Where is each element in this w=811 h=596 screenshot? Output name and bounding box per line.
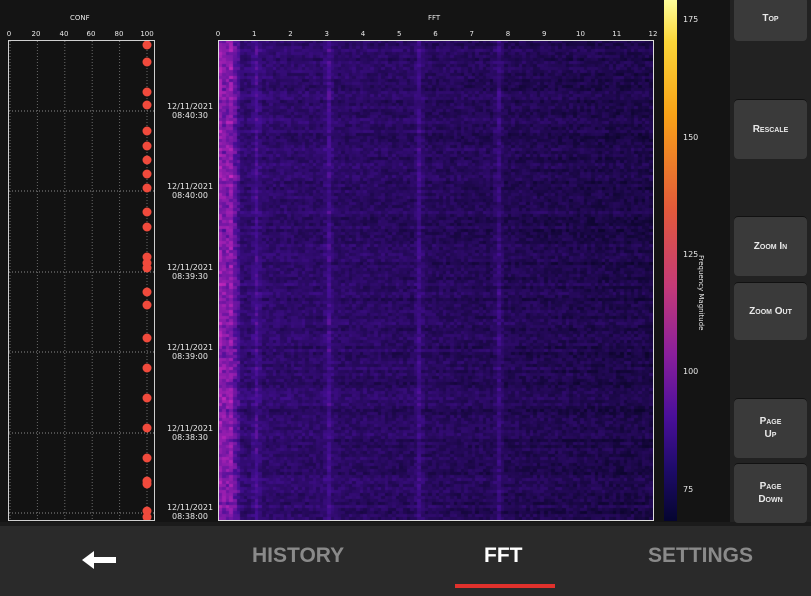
tab-fft[interactable]: FFT xyxy=(484,544,522,568)
back-arrow-icon[interactable] xyxy=(80,548,118,572)
fft-x-tick: 4 xyxy=(360,30,366,38)
conf-point xyxy=(142,183,152,193)
fft-heatmap-canvas xyxy=(219,41,653,520)
colorbar-tick: 75 xyxy=(683,485,694,494)
conf-x-tick: 60 xyxy=(86,30,96,38)
fft-chart-title: FFT xyxy=(428,14,441,22)
rescale-button[interactable]: Rescale xyxy=(734,99,807,159)
conf-point xyxy=(142,87,152,97)
colorbar-tick: 175 xyxy=(683,15,699,24)
conf-chart[interactable] xyxy=(8,40,155,522)
conf-x-tick: 100 xyxy=(140,30,154,38)
conf-point xyxy=(142,423,152,433)
fft-x-tick: 1 xyxy=(252,30,257,38)
top-button[interactable]: Top xyxy=(734,0,807,41)
conf-point xyxy=(142,263,152,273)
page-up-button[interactable]: Page Up xyxy=(734,398,807,458)
zoom-in-button[interactable]: Zoom In xyxy=(734,216,807,276)
fft-x-tick: 9 xyxy=(542,30,547,38)
conf-point xyxy=(142,222,152,232)
conf-point xyxy=(142,207,152,217)
button-column: Top Rescale Zoom In Zoom Out Page Up Pag… xyxy=(730,0,811,523)
conf-point xyxy=(142,141,152,151)
fft-x-tick: 10 xyxy=(576,30,585,38)
conf-chart-title: CONF xyxy=(70,14,90,22)
conf-point xyxy=(142,169,152,179)
colorbar-label: Frequency Magnitude xyxy=(697,255,705,331)
time-label: 12/11/2021 08:40:00 xyxy=(166,182,214,200)
fft-x-tick: 7 xyxy=(469,30,474,38)
conf-point xyxy=(142,393,152,403)
page-down-button[interactable]: Page Down xyxy=(734,463,807,523)
zoom-out-button[interactable]: Zoom Out xyxy=(734,282,807,340)
conf-x-tick: 20 xyxy=(31,30,41,38)
fft-x-tick: 12 xyxy=(648,30,658,38)
conf-point xyxy=(142,479,152,489)
conf-point xyxy=(142,363,152,373)
fft-x-tick: 2 xyxy=(288,30,293,38)
conf-point xyxy=(142,333,152,343)
conf-point xyxy=(142,453,152,463)
colorbar xyxy=(664,0,677,521)
conf-point xyxy=(142,57,152,67)
time-label: 12/11/2021 08:38:00 xyxy=(166,503,214,521)
colorbar-tick: 125 xyxy=(683,250,699,259)
colorbar-tick: 100 xyxy=(683,367,699,376)
time-label: 12/11/2021 08:40:30 xyxy=(166,102,214,120)
fft-x-tick: 0 xyxy=(215,30,221,38)
conf-point xyxy=(142,287,152,297)
plot-area: CONF 0 20 40 60 80 100 12/11/2021 08:40:3… xyxy=(0,0,730,522)
fft-x-tick: 3 xyxy=(324,30,329,38)
conf-x-tick: 80 xyxy=(114,30,124,38)
conf-point xyxy=(142,100,152,110)
bottom-nav: HISTORY FFT SETTINGS xyxy=(0,526,811,596)
fft-x-tick: 8 xyxy=(505,30,511,38)
time-label: 12/11/2021 08:39:00 xyxy=(166,343,214,361)
conf-x-tick: 40 xyxy=(59,30,69,38)
colorbar-tick: 150 xyxy=(683,133,699,142)
conf-x-tick: 0 xyxy=(6,30,12,38)
conf-point xyxy=(142,155,152,165)
tab-settings[interactable]: SETTINGS xyxy=(648,544,753,568)
fft-heatmap[interactable] xyxy=(218,40,654,521)
conf-chart-svg xyxy=(9,40,154,522)
fft-x-tick: 11 xyxy=(612,30,622,38)
time-label: 12/11/2021 08:38:30 xyxy=(166,424,214,442)
fft-x-tick: 6 xyxy=(433,30,438,38)
time-label: 12/11/2021 08:39:30 xyxy=(166,263,214,281)
conf-point xyxy=(142,40,152,50)
active-tab-indicator xyxy=(455,584,555,588)
conf-point xyxy=(142,126,152,136)
fft-x-tick: 5 xyxy=(397,30,402,38)
tab-history[interactable]: HISTORY xyxy=(252,544,344,568)
conf-point xyxy=(142,300,152,310)
